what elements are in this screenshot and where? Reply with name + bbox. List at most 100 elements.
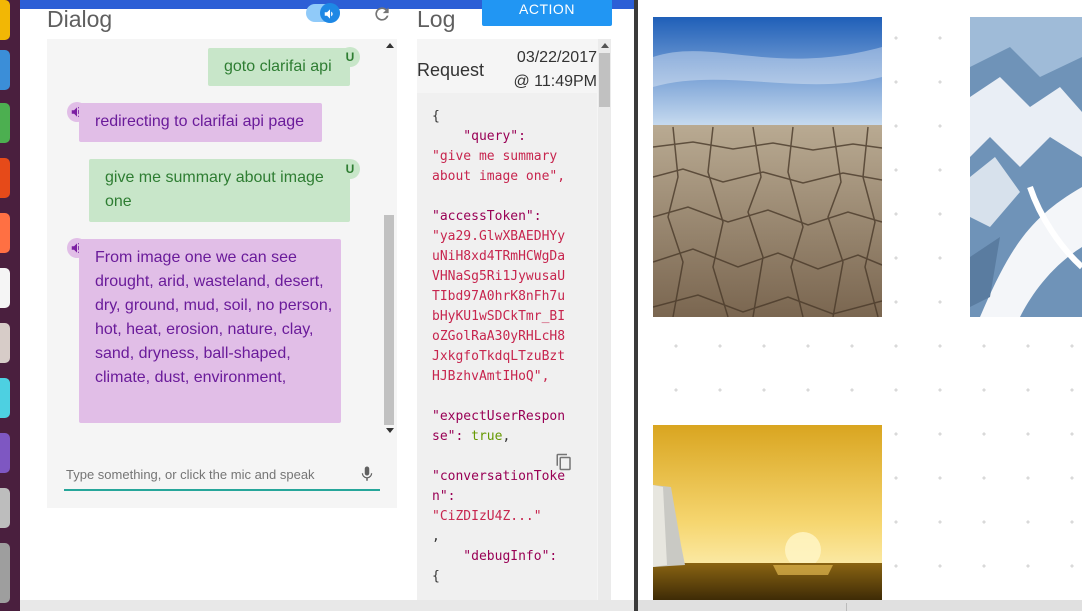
launcher-app-icon[interactable] <box>0 488 10 528</box>
request-label: Request <box>417 60 485 80</box>
message-text: give me summary about image one <box>105 169 324 210</box>
json-line <box>432 387 597 407</box>
app-launcher <box>0 0 20 611</box>
screen-output <box>638 0 1082 600</box>
log-title: Log <box>417 6 456 32</box>
json-line: "expectUserRespon <box>432 407 597 427</box>
json-token: oZGolRaA30yRHLcH8 <box>432 329 566 344</box>
launcher-app-icon[interactable] <box>0 323 10 363</box>
message-text: redirecting to clarifai api page <box>95 113 305 130</box>
conversation-list[interactable]: goto clarifai api U redirecting to clari… <box>47 39 397 439</box>
cracked-earth-picture <box>653 17 882 317</box>
json-token: n": <box>432 489 456 504</box>
json-line: "debugInfo": <box>432 547 597 567</box>
json-token: "ya29.GlwXBAEDHYy <box>432 229 566 244</box>
json-line: uNiH8xd4TRmHCWgDa <box>432 247 597 267</box>
request-date: 03/22/2017 <box>516 49 597 66</box>
json-bool-value: true <box>471 429 503 444</box>
json-line: , <box>432 527 597 547</box>
window-bottom-edge <box>20 600 634 611</box>
json-line: VHNaSg5Ri1JywusaU <box>432 267 597 287</box>
json-token: VHNaSg5Ri1JywusaU <box>432 269 566 284</box>
user-badge: U <box>340 47 360 67</box>
json-token: JxkgfoTkdqLTzuBzt <box>432 349 566 364</box>
launcher-app-icon[interactable] <box>0 378 10 418</box>
request-json: { "query": "give me summary about image on… <box>417 93 597 600</box>
json-token: "query": <box>432 129 526 144</box>
dialog-scrollbar[interactable] <box>383 41 395 437</box>
user-message: goto clarifai api <box>208 48 350 86</box>
sunset-picture <box>653 425 882 600</box>
json-line: "query": <box>432 127 597 147</box>
json-token: "accessToken": <box>432 209 542 224</box>
json-token: uNiH8xd4TRmHCWgDa <box>432 249 566 264</box>
message-input[interactable] <box>66 467 346 482</box>
glacier-picture <box>970 17 1082 317</box>
json-token: HJBzhvAmtIHoQ", <box>432 369 550 384</box>
agent-message: From image one we can see drought, arid,… <box>79 239 341 423</box>
launcher-app-icon[interactable] <box>0 158 10 198</box>
json-line: oZGolRaA30yRHLcH8 <box>432 327 597 347</box>
json-token: "expectUserRespon <box>432 409 566 424</box>
action-package-button[interactable]: ACTION PACKAGE <box>482 0 612 51</box>
scroll-down-arrow[interactable] <box>386 428 394 433</box>
json-line <box>432 187 597 207</box>
json-token: "conversationToke <box>432 469 566 484</box>
json-line: se": true, <box>432 427 597 447</box>
json-token: , <box>432 529 440 544</box>
launcher-app-icon[interactable] <box>0 0 10 40</box>
copy-icon[interactable] <box>555 453 573 471</box>
sunset-sea-cliff-image[interactable] <box>653 425 882 600</box>
json-token: TIbd97A0hrK8nFh7u <box>432 289 566 304</box>
launcher-app-icon[interactable] <box>0 103 10 143</box>
cracked-earth-image[interactable] <box>653 17 882 317</box>
json-line: TIbd97A0hrK8nFh7u <box>432 287 597 307</box>
json-line: "ya29.GlwXBAEDHYy <box>432 227 597 247</box>
json-token: "CiZDIzU4Z..." <box>432 509 542 524</box>
json-token: "debugInfo": <box>432 549 558 564</box>
screen-bottom-bar <box>638 600 1082 611</box>
json-token: { <box>432 109 440 124</box>
dialog-title: Dialog <box>47 6 113 32</box>
json-line: JxkgfoTkdqLTzuBzt <box>432 347 597 367</box>
scroll-up-arrow[interactable] <box>601 43 609 48</box>
scrollbar-thumb[interactable] <box>599 53 610 107</box>
mic-icon[interactable] <box>358 463 376 485</box>
log-panel: Request 03/22/2017 @ 11:49PM { "query": "… <box>417 39 611 600</box>
json-token: bHyKU1wSDCkTmr_BI <box>432 309 566 324</box>
json-token: about image one", <box>432 169 566 184</box>
json-line: bHyKU1wSDCkTmr_BI <box>432 307 597 327</box>
json-key-fragment: se": <box>432 429 472 444</box>
launcher-app-icon[interactable] <box>0 268 10 308</box>
launcher-app-icon[interactable] <box>0 433 10 473</box>
volume-icon <box>324 9 333 19</box>
user-message: give me summary about image one <box>89 159 350 222</box>
request-timestamp: 03/22/2017 @ 11:49PM <box>497 46 597 94</box>
message-input-field[interactable] <box>64 459 380 491</box>
json-line: n": <box>432 487 597 507</box>
bottom-divider <box>846 603 847 611</box>
log-scrollbar[interactable] <box>598 39 611 600</box>
request-time: @ 11:49PM <box>513 73 597 90</box>
json-line: { <box>432 107 597 127</box>
launcher-app-icon[interactable] <box>0 543 10 603</box>
scrollbar-thumb[interactable] <box>384 215 394 425</box>
json-line: "accessToken": <box>432 207 597 227</box>
json-line: "give me summary <box>432 147 597 167</box>
scroll-up-arrow[interactable] <box>386 43 394 48</box>
json-line: "CiZDIzU4Z..." <box>432 507 597 527</box>
message-text: From image one we can see drought, arid,… <box>95 249 333 386</box>
json-punctuation: , <box>502 429 511 444</box>
dialog-panel: goto clarifai api U redirecting to clari… <box>47 39 397 508</box>
refresh-icon[interactable] <box>372 4 392 24</box>
glacier-aerial-image[interactable] <box>970 17 1082 317</box>
json-line: about image one", <box>432 167 597 187</box>
launcher-app-icon[interactable] <box>0 213 10 253</box>
launcher-app-icon[interactable] <box>0 50 10 90</box>
agent-message: redirecting to clarifai api page <box>79 103 322 142</box>
message-text: goto clarifai api <box>224 58 332 75</box>
speaker-toggle[interactable] <box>306 3 340 23</box>
